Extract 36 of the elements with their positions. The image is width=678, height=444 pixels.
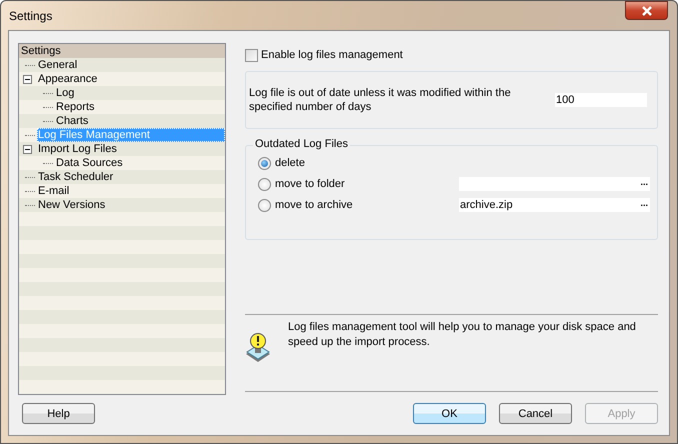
group-title: Outdated Log Files bbox=[253, 138, 350, 150]
collapse-icon[interactable] bbox=[23, 74, 32, 84]
tree-item[interactable]: Data Sources bbox=[55, 156, 124, 170]
radio-label: move to archive bbox=[275, 199, 354, 211]
tree-item[interactable]: Import Log Files bbox=[37, 142, 118, 156]
tree-item[interactable]: Log bbox=[55, 86, 76, 100]
tree-root[interactable]: Settings bbox=[19, 44, 225, 58]
tree-item[interactable]: E-mail bbox=[37, 184, 70, 198]
radio-label: move to folder bbox=[275, 178, 346, 190]
radio-button[interactable] bbox=[258, 198, 271, 212]
radio-button[interactable] bbox=[258, 178, 271, 190]
lightbulb-icon bbox=[245, 332, 271, 362]
checkbox[interactable] bbox=[245, 48, 258, 62]
help-button[interactable]: Help bbox=[22, 403, 95, 424]
tree-item[interactable]: Charts bbox=[55, 114, 90, 128]
age-description: Log file is out of date unless it was modified within the specified number of days bbox=[249, 86, 512, 114]
tree-item[interactable]: Reports bbox=[55, 100, 96, 114]
tree-item[interactable]: Appearance bbox=[37, 72, 98, 86]
close-icon bbox=[640, 6, 652, 16]
checkbox-label: Enable log files management bbox=[261, 49, 403, 61]
browse-button[interactable]: ... bbox=[640, 198, 650, 212]
tree-item[interactable]: Task Scheduler bbox=[37, 170, 114, 184]
radio-label: delete bbox=[275, 157, 306, 169]
window-title: Settings bbox=[9, 8, 54, 22]
tip-text: Log files management tool will help you to manage your disk space and speed up the import process. bbox=[288, 320, 637, 350]
collapse-icon[interactable] bbox=[23, 144, 32, 154]
tree-item[interactable]: General bbox=[37, 58, 78, 72]
path-field[interactable]: archive.zip ... bbox=[459, 198, 650, 212]
browse-button[interactable]: ... bbox=[640, 177, 650, 191]
radio-button[interactable] bbox=[258, 156, 271, 170]
dialog-button[interactable]: OK bbox=[413, 403, 486, 424]
close-button[interactable] bbox=[625, 1, 668, 20]
dialog-button[interactable]: Cancel bbox=[499, 403, 572, 424]
path-field[interactable]: ... bbox=[459, 177, 650, 191]
tree-item[interactable]: New Versions bbox=[37, 198, 106, 212]
days-field[interactable]: 100 bbox=[555, 93, 647, 107]
